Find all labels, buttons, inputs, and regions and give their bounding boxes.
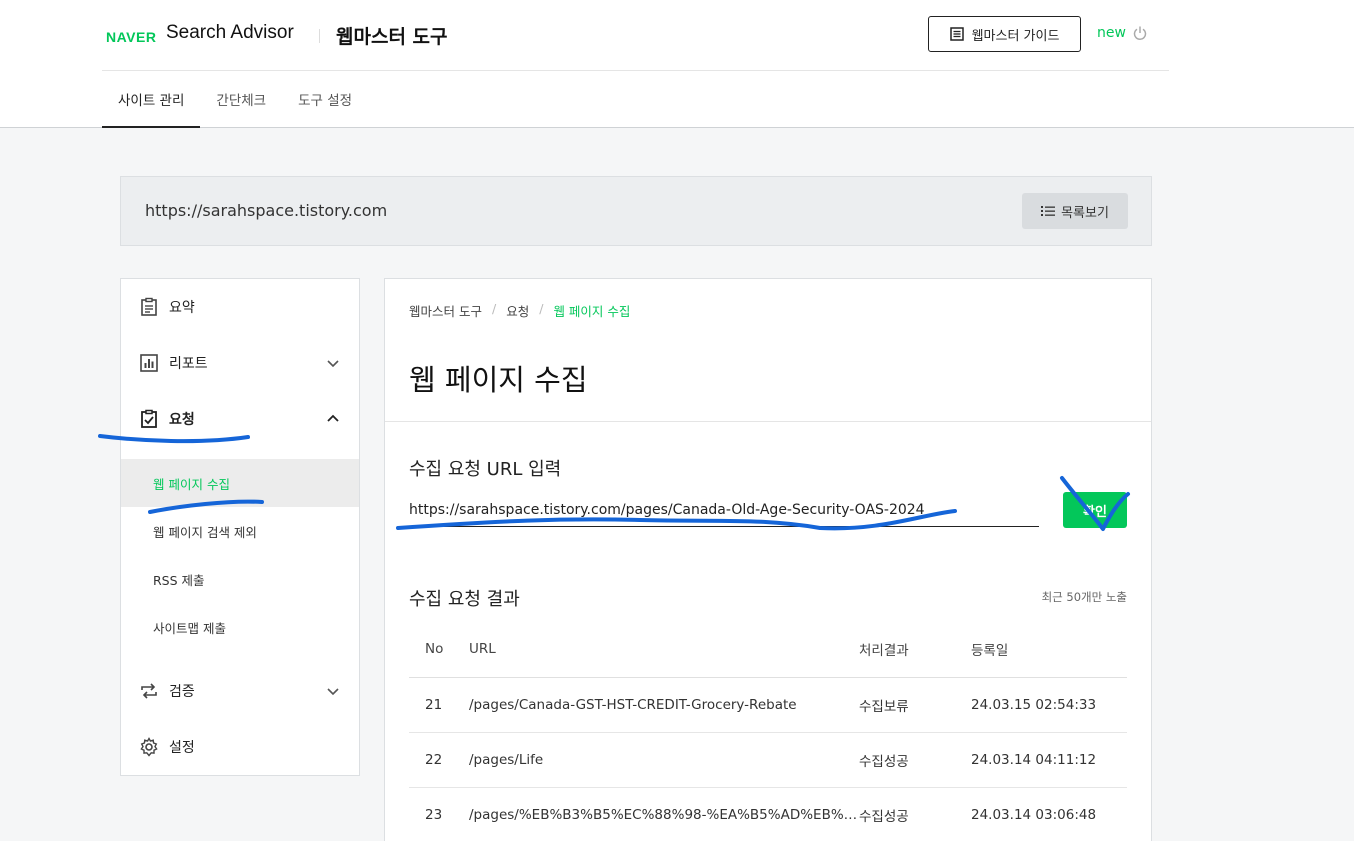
results-note: 최근 50개만 노출 — [1041, 590, 1127, 604]
sidebar-sub-web-page-exclude[interactable]: 웹 페이지 검색 제외 — [121, 507, 359, 555]
breadcrumb-separator: / — [491, 301, 497, 316]
row-no: 21 — [409, 677, 469, 733]
site-selector-bar: https://sarahspace.tistory.com 목록보기 — [120, 176, 1152, 246]
repeat-icon — [139, 681, 159, 701]
site-list-button[interactable]: 목록보기 — [1022, 193, 1128, 229]
section-divider — [385, 421, 1151, 422]
sidebar-item-report[interactable]: 리포트 — [121, 335, 359, 391]
breadcrumb-current: 웹 페이지 수집 — [553, 304, 631, 319]
main-tabs: 사이트 관리 간단체크 도구 설정 — [102, 71, 368, 128]
sidebar-item-request[interactable]: 요청 — [121, 391, 359, 447]
tab-quick-check[interactable]: 간단체크 — [200, 71, 282, 127]
column-header-date: 등록일 — [971, 621, 1127, 678]
column-header-url: URL — [469, 621, 859, 678]
row-result: 수집성공 — [859, 732, 971, 788]
request-url-section-title: 수집 요청 URL 입력 — [409, 459, 562, 480]
sidebar-sub-web-page-collect[interactable]: 웹 페이지 수집 — [121, 459, 359, 507]
power-icon[interactable] — [1132, 25, 1148, 41]
row-result: 수집보류 — [859, 677, 971, 733]
top-header: NAVER Search Advisor 웹마스터 도구 웹마스터 가이드 ne… — [0, 0, 1354, 128]
sidebar-item-verify[interactable]: 검증 — [121, 663, 359, 719]
row-url: /pages/%EB%B3%B5%EC%88%98-%EA%B5%AD%EB%A… — [469, 787, 859, 841]
row-date: 24.03.14 04:11:12 — [971, 732, 1127, 788]
page-title: 웹 페이지 수집 — [409, 363, 588, 397]
collect-url-input[interactable] — [409, 493, 1039, 527]
user-name: new — [1097, 25, 1126, 41]
chevron-down-icon[interactable] — [325, 683, 341, 699]
tab-tool-settings[interactable]: 도구 설정 — [282, 71, 368, 127]
breadcrumb-item[interactable]: 웹마스터 도구 — [409, 301, 482, 320]
column-header-no: No — [409, 621, 469, 678]
document-list-icon — [949, 27, 964, 41]
tab-site-management[interactable]: 사이트 관리 — [102, 71, 201, 128]
results-section-title: 수집 요청 결과 — [409, 589, 520, 610]
logo-divider — [319, 29, 320, 43]
webmaster-guide-button[interactable]: 웹마스터 가이드 — [928, 16, 1081, 52]
breadcrumb: 웹마스터 도구 / 요청 / 웹 페이지 수집 — [409, 301, 630, 320]
sidebar-item-label: 요약 — [169, 300, 195, 316]
results-table: No URL 처리결과 등록일 21 /pages/Canada-GST-HST… — [409, 621, 1127, 841]
list-icon — [1041, 206, 1056, 216]
table-header-row: No URL 처리결과 등록일 — [409, 621, 1127, 678]
row-result: 수집성공 — [859, 787, 971, 841]
bar-chart-icon — [139, 353, 159, 373]
column-header-result: 처리결과 — [859, 621, 971, 678]
current-site-url: https://sarahspace.tistory.com — [145, 201, 388, 220]
product-name[interactable]: Search Advisor — [166, 22, 294, 44]
row-no: 22 — [409, 732, 469, 788]
sidebar-item-label: 요청 — [169, 412, 195, 428]
chevron-down-icon[interactable] — [325, 355, 341, 371]
table-row[interactable]: 22 /pages/Life 수집성공 24.03.14 04:11:12 — [409, 732, 1127, 788]
checklist-icon — [139, 409, 159, 429]
site-list-button-label: 목록보기 — [1061, 205, 1109, 221]
sidebar-item-settings[interactable]: 설정 — [121, 719, 359, 775]
main-panel: 웹마스터 도구 / 요청 / 웹 페이지 수집 웹 페이지 수집 수집 요청 U… — [384, 278, 1152, 841]
row-date: 24.03.15 02:54:33 — [971, 677, 1127, 733]
row-date: 24.03.14 03:06:48 — [971, 787, 1127, 841]
naver-logo[interactable]: NAVER — [106, 29, 156, 45]
table-row[interactable]: 21 /pages/Canada-GST-HST-CREDIT-Grocery-… — [409, 677, 1127, 733]
tool-title[interactable]: 웹마스터 도구 — [336, 22, 448, 49]
guide-button-label: 웹마스터 가이드 — [971, 28, 1060, 44]
row-url: /pages/Life — [469, 732, 859, 788]
sidebar-item-summary[interactable]: 요약 — [121, 279, 359, 335]
gear-icon — [139, 737, 159, 757]
row-url: /pages/Canada-GST-HST-CREDIT-Grocery-Reb… — [469, 677, 859, 733]
confirm-button[interactable]: 확인 — [1063, 492, 1127, 528]
row-no: 23 — [409, 787, 469, 841]
breadcrumb-item[interactable]: 요청 — [506, 301, 529, 320]
clipboard-icon — [139, 297, 159, 317]
breadcrumb-separator: / — [539, 301, 544, 316]
sidebar-nav: 요약 리포트 요청 웹 페이지 수집 웹 페이지 검색 제외 RSS 제출 사이… — [120, 278, 360, 776]
sidebar-sub-sitemap-submit[interactable]: 사이트맵 제출 — [121, 603, 359, 651]
user-menu[interactable]: new — [1097, 25, 1148, 41]
sidebar-item-label: 검증 — [169, 684, 195, 700]
chevron-up-icon[interactable] — [325, 411, 341, 427]
table-row[interactable]: 23 /pages/%EB%B3%B5%EC%88%98-%EA%B5%AD%E… — [409, 787, 1127, 841]
sidebar-item-label: 리포트 — [169, 356, 208, 372]
sidebar-item-label: 설정 — [169, 740, 195, 756]
sidebar-sub-rss-submit[interactable]: RSS 제출 — [121, 555, 359, 603]
